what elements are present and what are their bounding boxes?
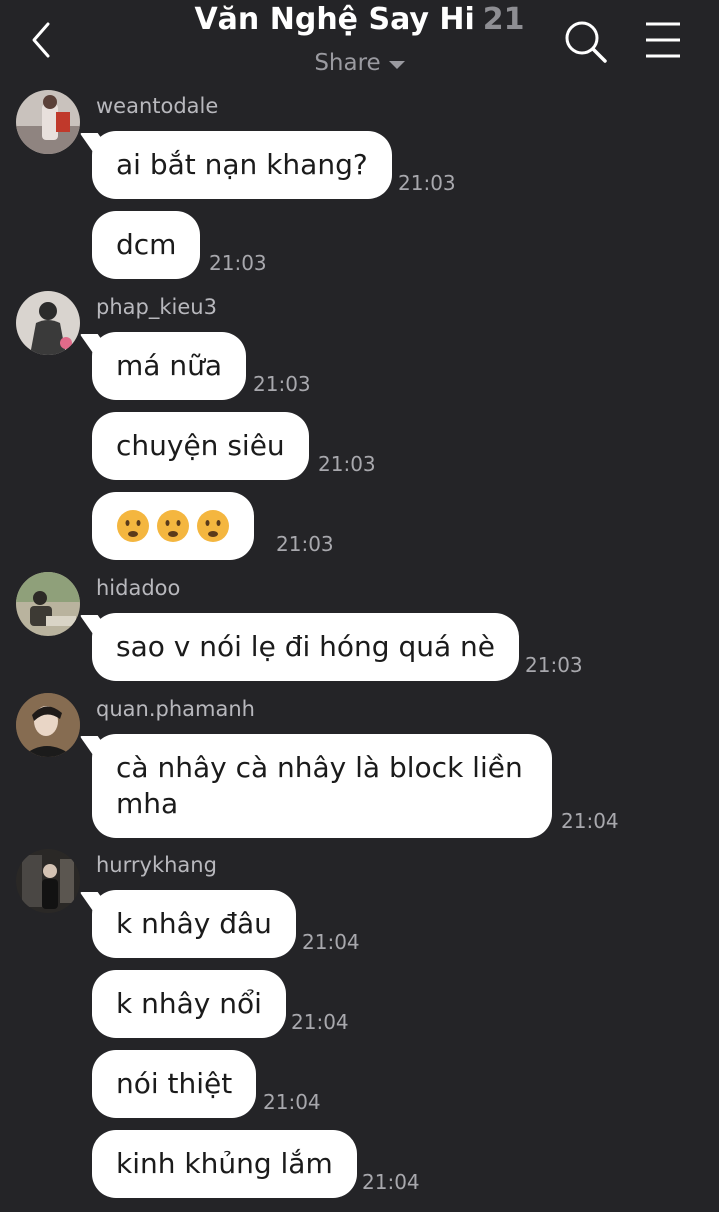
username[interactable]: weantodale bbox=[96, 94, 218, 118]
message-bubble[interactable]: ai bắt nạn khang? bbox=[92, 131, 392, 199]
share-button[interactable]: Share bbox=[314, 50, 405, 76]
message-bubble[interactable]: kinh khủng lắm bbox=[92, 1130, 357, 1198]
message-time: 21:03 bbox=[398, 171, 456, 195]
username[interactable]: hurrykhang bbox=[96, 853, 217, 877]
hamburger-menu-icon bbox=[646, 22, 680, 58]
message-bubble[interactable]: sao v nói lẹ đi hóng quá nè bbox=[92, 613, 520, 681]
share-label: Share bbox=[314, 50, 381, 76]
search-button[interactable] bbox=[560, 16, 612, 68]
message-time: 21:04 bbox=[561, 809, 619, 833]
username[interactable]: hidadoo bbox=[96, 576, 180, 600]
avatar-hurrykhang[interactable] bbox=[16, 849, 80, 913]
chat-title: Văn Nghệ Say Hi bbox=[194, 2, 475, 37]
username[interactable]: quan.phamanh bbox=[96, 697, 255, 721]
message-bubble[interactable]: chuyện siêu bbox=[92, 412, 309, 480]
message-bubble[interactable]: k nhây đâu bbox=[92, 890, 296, 958]
member-count: 21 bbox=[482, 2, 525, 37]
frowning-face-emoji bbox=[117, 510, 149, 542]
message-time: 21:03 bbox=[253, 372, 311, 396]
frowning-face-emoji bbox=[157, 510, 189, 542]
message-bubble[interactable]: má nữa bbox=[92, 332, 246, 400]
message-bubble[interactable]: cà nhây cà nhây là block liền mha bbox=[92, 734, 552, 838]
avatar-hidadoo[interactable] bbox=[16, 572, 80, 636]
message-time: 21:03 bbox=[525, 653, 583, 677]
chat-header: Văn Nghệ Say Hi 21 Share bbox=[0, 0, 719, 88]
message-bubble[interactable]: dcm bbox=[92, 211, 201, 279]
message-time: 21:04 bbox=[263, 1090, 321, 1114]
message-time: 21:03 bbox=[276, 532, 334, 556]
avatar-phap_kieu3[interactable] bbox=[16, 291, 80, 355]
emoji-row bbox=[116, 508, 230, 544]
search-icon bbox=[565, 21, 607, 63]
avatar-quan.phamanh[interactable] bbox=[16, 693, 80, 757]
message-time: 21:03 bbox=[209, 251, 267, 275]
message-time: 21:04 bbox=[302, 930, 360, 954]
message-time: 21:04 bbox=[291, 1010, 349, 1034]
frowning-face-emoji bbox=[197, 510, 229, 542]
message-bubble[interactable]: nói thiệt bbox=[92, 1050, 257, 1118]
message-bubble[interactable]: k nhây nổi bbox=[92, 970, 286, 1038]
avatar-weantodale[interactable] bbox=[16, 90, 80, 154]
caret-down-icon bbox=[388, 60, 405, 69]
message-time: 21:03 bbox=[318, 452, 376, 476]
message-time: 21:04 bbox=[362, 1170, 420, 1194]
menu-button[interactable] bbox=[640, 18, 686, 62]
emoji-message-bubble[interactable] bbox=[92, 492, 254, 560]
username[interactable]: phap_kieu3 bbox=[96, 295, 217, 319]
chat-screen: Văn Nghệ Say Hi 21 Share weantodale ai b… bbox=[0, 0, 719, 1212]
